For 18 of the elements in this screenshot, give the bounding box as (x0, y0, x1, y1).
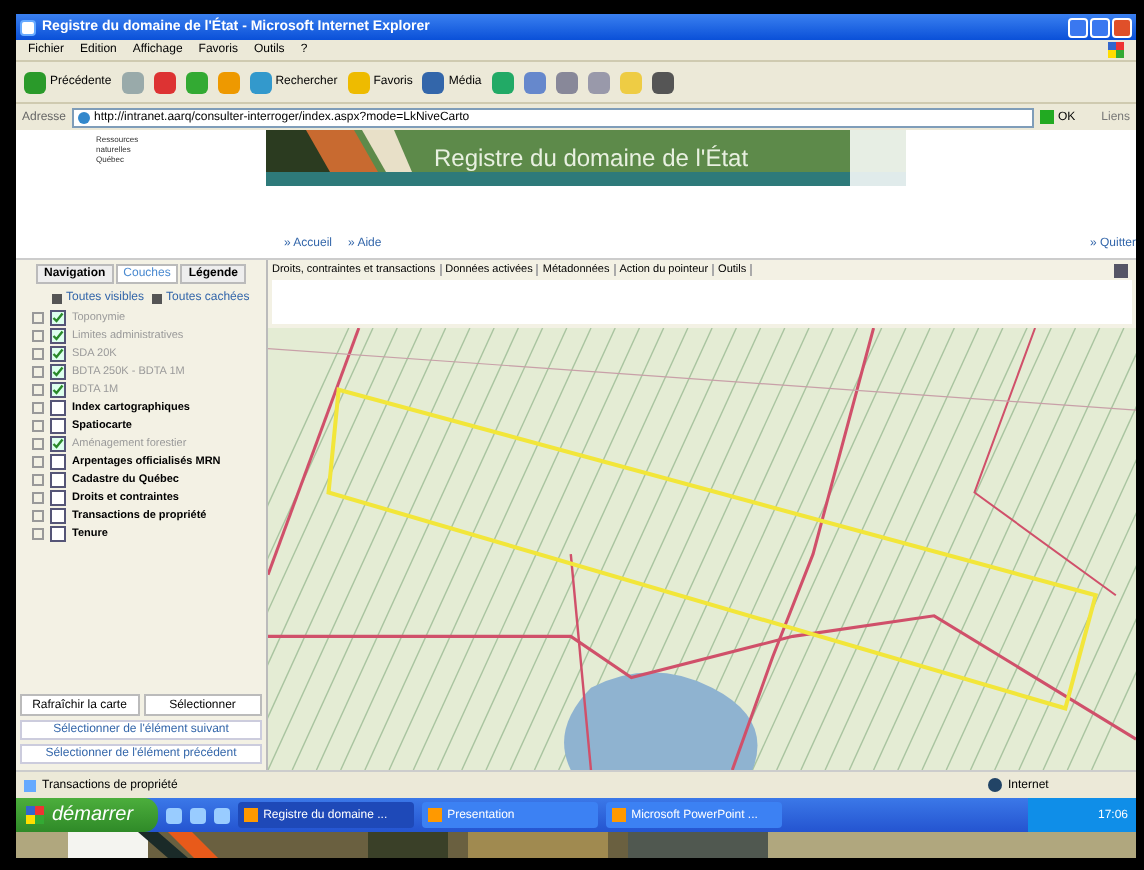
maximize-button[interactable] (1090, 17, 1110, 37)
layer-checkbox[interactable] (50, 471, 66, 487)
layer-checkbox[interactable] (50, 489, 66, 505)
page-icon (78, 111, 91, 123)
layer-checkbox[interactable] (50, 453, 66, 469)
close-button[interactable] (1112, 17, 1132, 37)
layer-checkbox[interactable] (50, 525, 66, 541)
visible-icon (52, 293, 62, 303)
hidden-icon (152, 293, 163, 303)
windows-logo-icon (26, 806, 44, 824)
windows-logo-icon (1108, 42, 1124, 58)
banner-title: Registre du domaine de l'État (434, 144, 749, 172)
minimize-button[interactable] (1068, 17, 1088, 37)
page-icon (24, 779, 36, 791)
layer-checkbox[interactable] (50, 507, 66, 523)
layer-checkbox[interactable] (50, 399, 66, 415)
panel-toggle-button[interactable] (1114, 263, 1128, 277)
layer-checkbox[interactable] (50, 417, 66, 433)
